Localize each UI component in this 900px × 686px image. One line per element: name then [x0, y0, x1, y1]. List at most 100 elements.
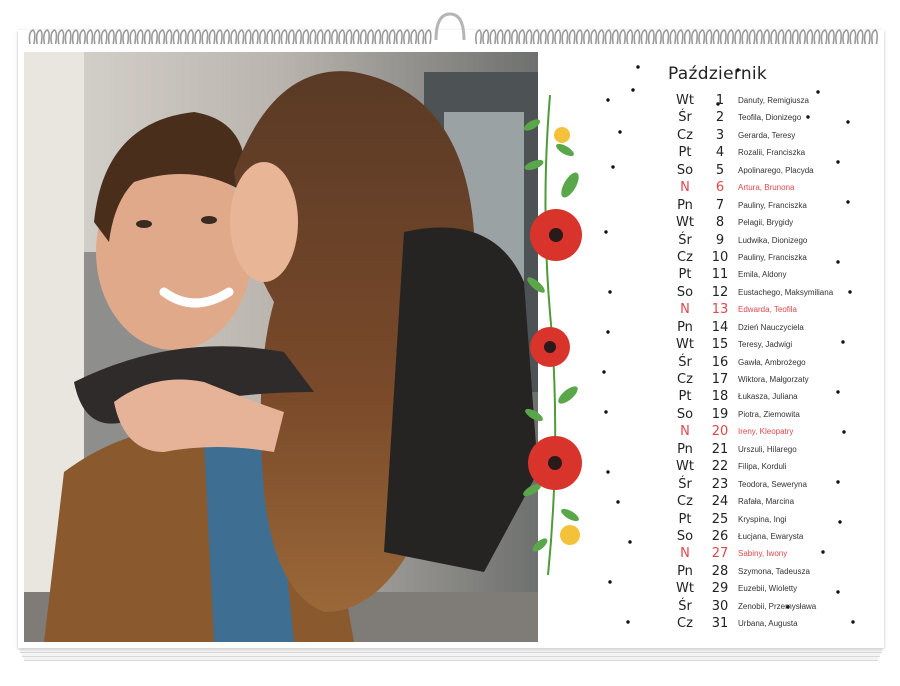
- name-day-names: Teofila, Dionizego: [738, 113, 802, 123]
- day-number: 9: [715, 232, 725, 248]
- name-day-names: Danuty, Remigiusza: [738, 96, 809, 105]
- weekday-abbr: Pn: [677, 441, 693, 457]
- day-row: Cz 10 Pauliny, Franciszka: [668, 250, 868, 267]
- day-number: 28: [711, 563, 729, 579]
- name-day-names: Teresy, Jadwigi: [738, 340, 793, 350]
- days-list: Wt 1 Danuty, Remigiusza Śr 2 Teofila, Dionize…: [668, 93, 868, 634]
- name-day-names: Zenobii, Przemysława: [738, 601, 817, 611]
- day-row: Wt 1 Danuty, Remigiusza: [668, 93, 868, 110]
- day-number: 25: [711, 511, 729, 527]
- day-row: So 26 Łucjana, Ewarysta: [668, 529, 868, 546]
- day-number: 12: [711, 284, 729, 300]
- day-number: 30: [711, 598, 729, 614]
- name-day-names: Łucjana, Ewarysta: [738, 531, 804, 541]
- day-row: Śr 2 Teofila, Dionizego: [668, 110, 868, 127]
- weekday-abbr: Cz: [677, 249, 693, 265]
- day-row: Śr 9 Ludwika, Dionizego: [668, 233, 868, 250]
- day-row: Wt 15 Teresy, Jadwigi: [668, 337, 868, 354]
- weekday-abbr: N: [680, 180, 690, 196]
- weekday-abbr: Pt: [678, 511, 692, 527]
- weekday-abbr: Śr: [678, 354, 692, 370]
- weekday-abbr: Pn: [677, 563, 693, 579]
- name-day-names: Sabiny, Iwony: [738, 549, 788, 559]
- day-row: Wt 8 Pelagii, Brygidy: [668, 215, 868, 232]
- name-day-names: Ireny, Kleopatry: [738, 427, 794, 437]
- weekday-abbr: Cz: [677, 372, 693, 387]
- weekday-abbr: Wt: [676, 581, 694, 597]
- day-number: 5: [715, 162, 725, 178]
- weekday-abbr: Wt: [676, 337, 694, 353]
- day-row: Pn 28 Szymona, Tadeusza: [668, 564, 868, 581]
- day-row: N 20 Ireny, Kleopatry: [668, 424, 868, 441]
- day-row: Pn 21 Urszuli, Hilarego: [668, 442, 868, 459]
- name-day-names: Urbana, Augusta: [738, 619, 798, 629]
- day-number: 8: [715, 215, 725, 231]
- day-number: 17: [711, 372, 729, 387]
- name-day-names: Artura, Brunona: [738, 183, 795, 193]
- day-number: 10: [711, 249, 729, 265]
- name-day-names: Eustachego, Maksymiliana: [738, 287, 834, 297]
- name-day-names: Pauliny, Franciszka: [738, 200, 807, 210]
- day-row: Pt 11 Emila, Aldony: [668, 267, 868, 284]
- name-day-names: Piotra, Ziemowita: [738, 409, 800, 419]
- weekday-abbr: So: [676, 162, 694, 178]
- name-day-names: Euzebii, Wioletty: [738, 584, 798, 594]
- weekday-abbr: N: [680, 424, 690, 440]
- day-row: Pt 18 Łukasza, Juliana: [668, 389, 868, 406]
- weekday-abbr: Śr: [678, 598, 692, 614]
- name-day-names: Teodora, Seweryna: [738, 479, 807, 489]
- day-number: 11: [711, 267, 729, 283]
- name-day-names: Pauliny, Franciszka: [738, 252, 807, 262]
- day-row: Cz 3 Gerarda, Teresy: [668, 128, 868, 145]
- month-title: Październik: [668, 64, 768, 84]
- day-number: 24: [711, 494, 729, 510]
- weekday-abbr: Wt: [676, 459, 694, 475]
- name-day-names: Wiktora, Małgorzaty: [738, 375, 809, 384]
- day-number: 27: [711, 546, 729, 562]
- weekday-abbr: Pt: [678, 267, 692, 283]
- day-row: Wt 29 Euzebii, Wioletty: [668, 581, 868, 598]
- hanger-hook-icon: [432, 10, 468, 50]
- day-number: 20: [711, 424, 729, 440]
- day-number: 29: [711, 581, 729, 597]
- day-row: So 19 Piotra, Ziemowita: [668, 407, 868, 424]
- day-row: Pn 7 Pauliny, Franciszka: [668, 198, 868, 215]
- day-row: Pt 4 Rozalii, Franciszka: [668, 145, 868, 162]
- name-day-names: Rozalii, Franciszka: [738, 148, 806, 158]
- day-number: 18: [711, 389, 729, 405]
- day-number: 22: [711, 459, 729, 475]
- weekday-abbr: Wt: [676, 93, 694, 108]
- weekday-abbr: Śr: [678, 110, 692, 126]
- weekday-abbr: Pn: [677, 197, 693, 213]
- day-row: Pt 25 Kryspina, Ingi: [668, 512, 868, 529]
- name-day-names: Szymona, Tadeusza: [738, 566, 810, 576]
- name-day-names: Dzień Nauczyciela: [738, 322, 804, 332]
- day-number: 2: [715, 110, 725, 126]
- weekday-abbr: Pt: [678, 145, 692, 161]
- day-number: 21: [711, 441, 729, 457]
- day-number: 19: [711, 406, 729, 422]
- poppy-flower-garland-icon: [510, 94, 600, 585]
- day-row: Pn 14 Dzień Nauczyciela: [668, 320, 868, 337]
- day-number: 7: [715, 197, 725, 213]
- weekday-abbr: Śr: [678, 232, 692, 248]
- weekday-abbr: So: [676, 284, 694, 300]
- day-row: Wt 22 Filipa, Korduli: [668, 459, 868, 476]
- day-row: Cz 17 Wiktora, Małgorzaty: [668, 372, 868, 389]
- name-day-names: Apolinarego, Placyda: [738, 165, 814, 175]
- day-number: 14: [711, 319, 729, 335]
- weekday-abbr: So: [676, 528, 694, 544]
- name-day-names: Filipa, Korduli: [738, 462, 787, 472]
- weekday-abbr: Śr: [678, 476, 692, 492]
- name-day-names: Gawła, Ambrożego: [738, 357, 806, 367]
- day-row: Śr 30 Zenobii, Przemysława: [668, 599, 868, 616]
- weekday-abbr: Cz: [677, 494, 693, 510]
- day-number: 13: [711, 302, 729, 318]
- day-row: N 27 Sabiny, Iwony: [668, 546, 868, 563]
- day-number: 3: [715, 127, 725, 143]
- day-row: Śr 16 Gawła, Ambrożego: [668, 355, 868, 372]
- day-row: N 13 Edwarda, Teofila: [668, 302, 868, 319]
- weekday-abbr: Cz: [677, 127, 693, 143]
- page-stack-edge: [24, 657, 878, 661]
- day-number: 16: [711, 354, 729, 370]
